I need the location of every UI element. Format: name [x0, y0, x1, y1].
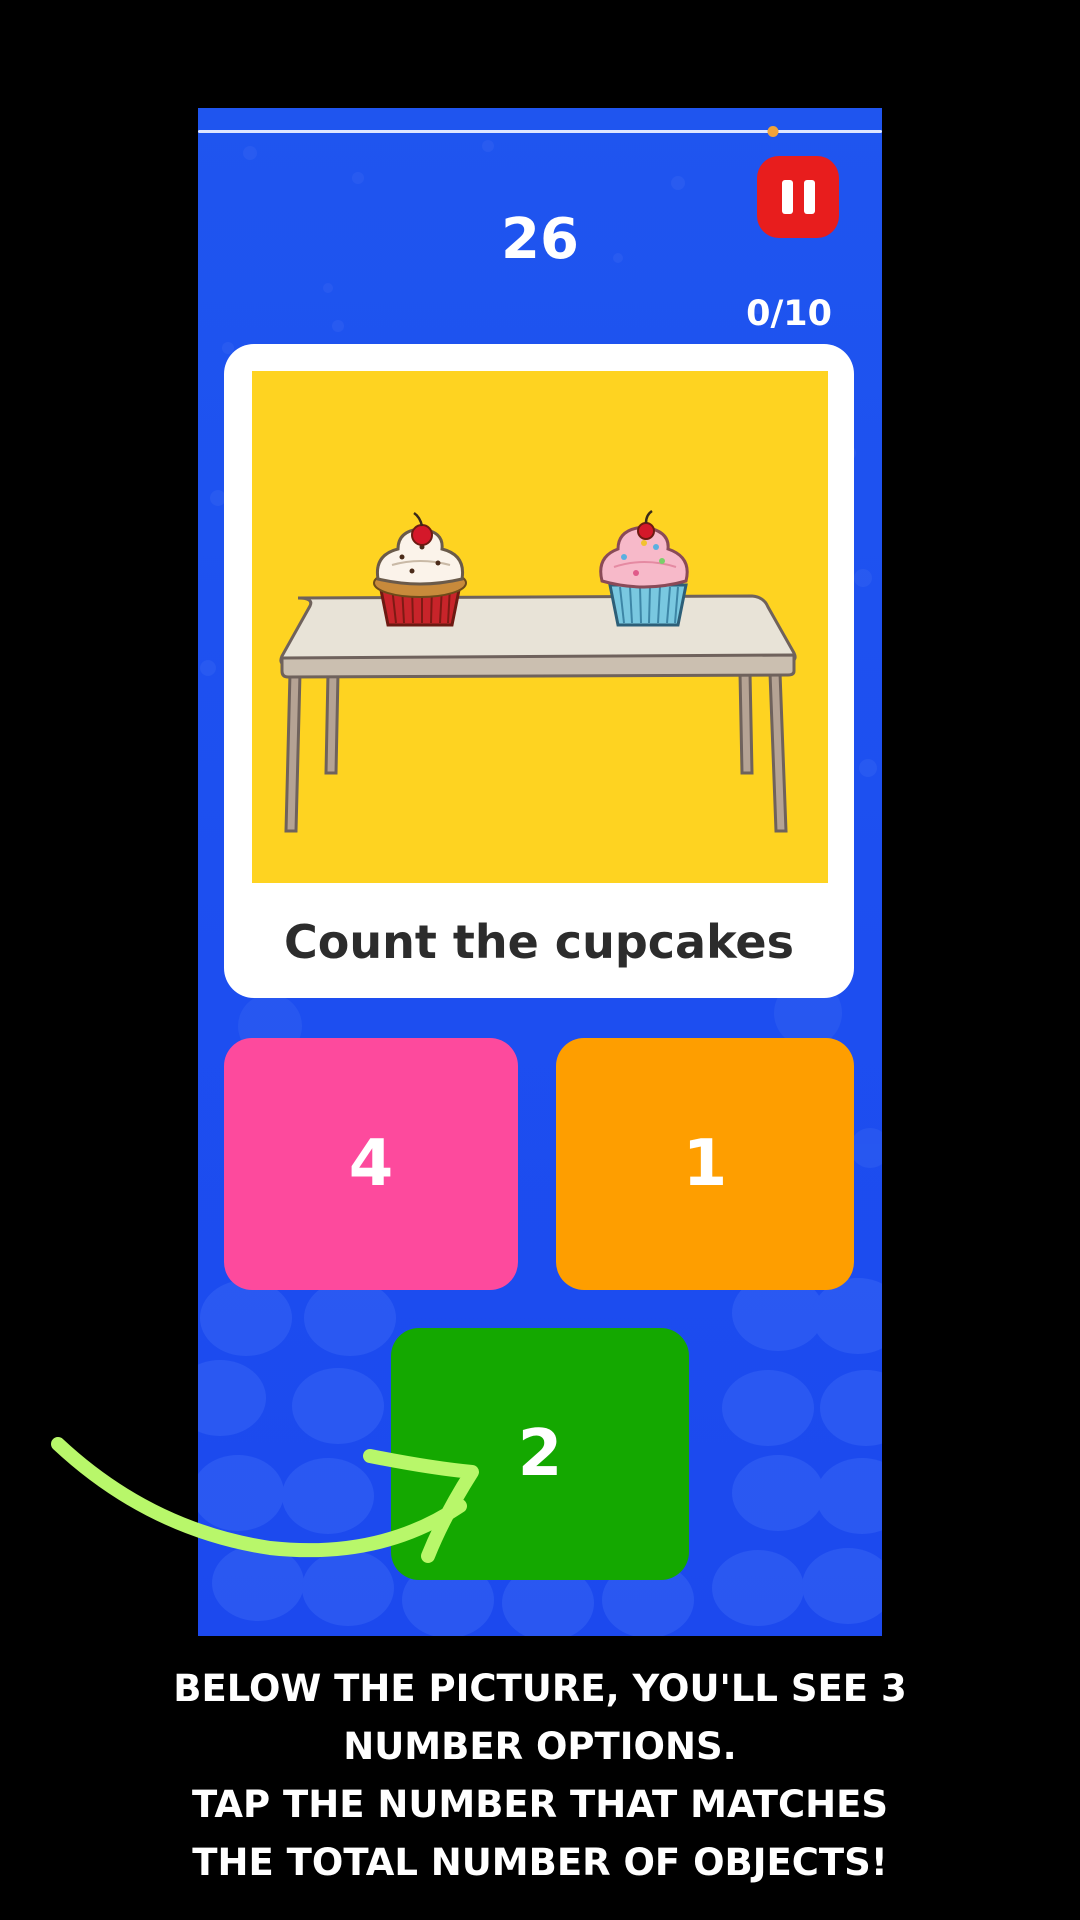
countdown-timer: 26: [501, 207, 579, 272]
progress-track: [198, 130, 882, 133]
cupcake-blue: [599, 509, 689, 627]
table-cupcakes-illustration: [279, 509, 797, 833]
answer-option-1-label: 4: [348, 1127, 394, 1201]
answer-option-2[interactable]: 1: [556, 1038, 854, 1290]
question-card: Count the cupcakes: [224, 344, 854, 998]
cupcake-red: [373, 511, 467, 627]
score-counter: 0/10: [746, 294, 832, 334]
instructions-line-3: TAP THE NUMBER THAT MATCHES: [192, 1783, 888, 1826]
progress-marker: [767, 126, 779, 137]
instructions-line-1: BELOW THE PICTURE, YOU'LL SEE 3: [173, 1667, 907, 1710]
question-image: [252, 371, 828, 883]
instructions-line-4: THE TOTAL NUMBER OF OBJECTS!: [192, 1841, 888, 1884]
question-prompt: Count the cupcakes: [284, 915, 794, 969]
curved-arrow-icon: [51, 1437, 479, 1563]
instructions-text: BELOW THE PICTURE, YOU'LL SEE 3 NUMBER O…: [0, 1660, 1080, 1892]
game-screen: 26 0/10 Count the cupcakes 4 1 2: [198, 108, 882, 1636]
instructions-line-2: NUMBER OPTIONS.: [343, 1725, 737, 1768]
answer-option-1[interactable]: 4: [224, 1038, 518, 1290]
answer-option-3-label: 2: [517, 1417, 563, 1491]
answer-option-2-label: 1: [682, 1127, 728, 1201]
